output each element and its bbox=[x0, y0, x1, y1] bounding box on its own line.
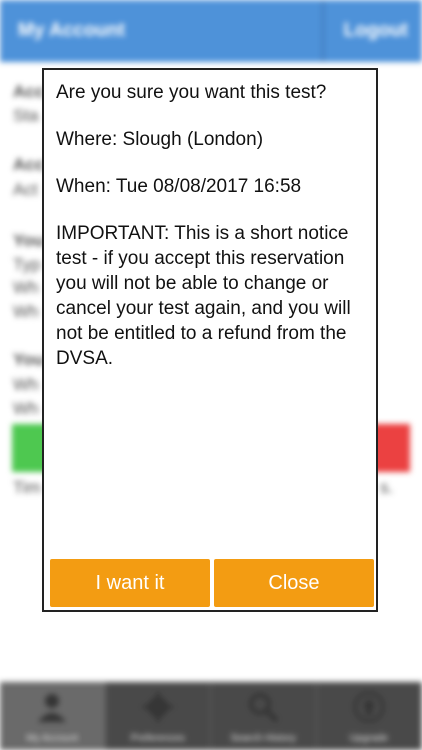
dialog-where: Where: Slough (London) bbox=[56, 129, 264, 150]
dialog-body: Are you sure you want this test? Where: … bbox=[56, 80, 368, 393]
confirm-dialog: Are you sure you want this test? Where: … bbox=[42, 68, 378, 612]
close-button[interactable]: Close bbox=[214, 559, 374, 607]
dialog-important: IMPORTANT: This is a short notice test -… bbox=[56, 223, 351, 369]
dialog-when: When: Tue 08/08/2017 16:58 bbox=[56, 176, 302, 197]
dialog-question: Are you sure you want this test? bbox=[56, 82, 327, 103]
i-want-it-button[interactable]: I want it bbox=[50, 559, 210, 607]
